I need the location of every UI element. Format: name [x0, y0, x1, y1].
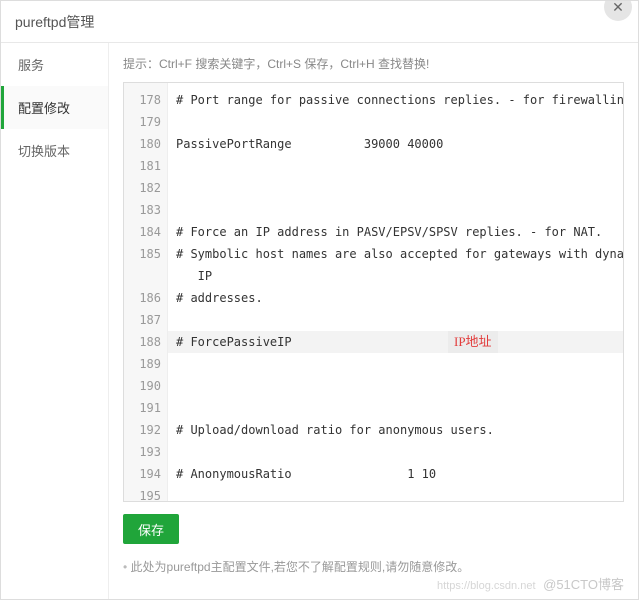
- main-panel: 提示：Ctrl+F 搜索关键字，Ctrl+S 保存，Ctrl+H 查找替换! 1…: [109, 43, 638, 599]
- line-number: 184: [130, 221, 161, 243]
- code-line[interactable]: # Upload/download ratio for anonymous us…: [168, 419, 624, 441]
- code-line[interactable]: [168, 111, 624, 133]
- sidebar-item-config[interactable]: 配置修改: [1, 86, 108, 129]
- titlebar: pureftpd管理 ✕: [1, 1, 638, 43]
- line-number: 182: [130, 177, 161, 199]
- save-button[interactable]: 保存: [123, 514, 179, 544]
- code-line[interactable]: [168, 199, 624, 221]
- code-line[interactable]: IP: [168, 265, 624, 287]
- sidebar-item-label: 配置修改: [18, 101, 70, 116]
- sidebar-item-version[interactable]: 切换版本: [1, 129, 108, 172]
- code-line[interactable]: PassivePortRange 39000 40000: [168, 133, 624, 155]
- line-number: 187: [130, 309, 161, 331]
- line-number: 194: [130, 463, 161, 485]
- close-icon: ✕: [612, 0, 624, 16]
- line-number: 191: [130, 397, 161, 419]
- line-number: 180: [130, 133, 161, 155]
- code-line[interactable]: # Force an IP address in PASV/EPSV/SPSV …: [168, 221, 624, 243]
- sidebar-item-label: 服务: [18, 58, 44, 73]
- dialog-title: pureftpd管理: [15, 12, 94, 32]
- dialog-window: pureftpd管理 ✕ 服务 配置修改 切换版本 提示：Ctrl+F 搜索关键…: [0, 0, 639, 600]
- dialog-body: 服务 配置修改 切换版本 提示：Ctrl+F 搜索关键字，Ctrl+S 保存，C…: [1, 43, 638, 599]
- line-number: 186: [130, 287, 161, 309]
- code-editor[interactable]: 1781791801811821831841851861871881891901…: [123, 82, 624, 502]
- close-button[interactable]: ✕: [604, 0, 632, 21]
- line-number: 178: [130, 89, 161, 111]
- line-number: 181: [130, 155, 161, 177]
- code-line[interactable]: [168, 309, 624, 331]
- line-number-gutter: 1781791801811821831841851861871881891901…: [124, 83, 168, 501]
- code-line[interactable]: [168, 155, 624, 177]
- code-line[interactable]: [168, 485, 624, 502]
- line-number: 188: [130, 331, 161, 353]
- code-line[interactable]: # addresses.: [168, 287, 624, 309]
- annotation-label: IP地址: [448, 331, 498, 353]
- line-number: 179: [130, 111, 161, 133]
- code-line[interactable]: [168, 397, 624, 419]
- code-line[interactable]: [168, 441, 624, 463]
- sidebar-item-label: 切换版本: [18, 144, 70, 159]
- line-number: 189: [130, 353, 161, 375]
- line-number: 190: [130, 375, 161, 397]
- line-number: 195: [130, 485, 161, 502]
- sidebar-item-service[interactable]: 服务: [1, 43, 108, 86]
- code-line[interactable]: # ForcePassiveIPIP地址: [168, 331, 624, 353]
- footnote-text: 此处为pureftpd主配置文件,若您不了解配置规则,请勿随意修改。: [123, 558, 624, 575]
- code-line[interactable]: # Port range for passive connections rep…: [168, 89, 624, 111]
- code-line[interactable]: # Symbolic host names are also accepted …: [168, 243, 624, 265]
- code-line[interactable]: # AnonymousRatio 1 10: [168, 463, 624, 485]
- line-number: 192: [130, 419, 161, 441]
- line-number: 185: [130, 243, 161, 265]
- sidebar: 服务 配置修改 切换版本: [1, 43, 109, 599]
- line-number: 193: [130, 441, 161, 463]
- hint-text: 提示：Ctrl+F 搜索关键字，Ctrl+S 保存，Ctrl+H 查找替换!: [123, 55, 624, 72]
- code-line[interactable]: [168, 375, 624, 397]
- line-number: [130, 265, 161, 287]
- code-line[interactable]: [168, 177, 624, 199]
- line-number: 183: [130, 199, 161, 221]
- code-area[interactable]: # Port range for passive connections rep…: [168, 83, 624, 501]
- code-line[interactable]: [168, 353, 624, 375]
